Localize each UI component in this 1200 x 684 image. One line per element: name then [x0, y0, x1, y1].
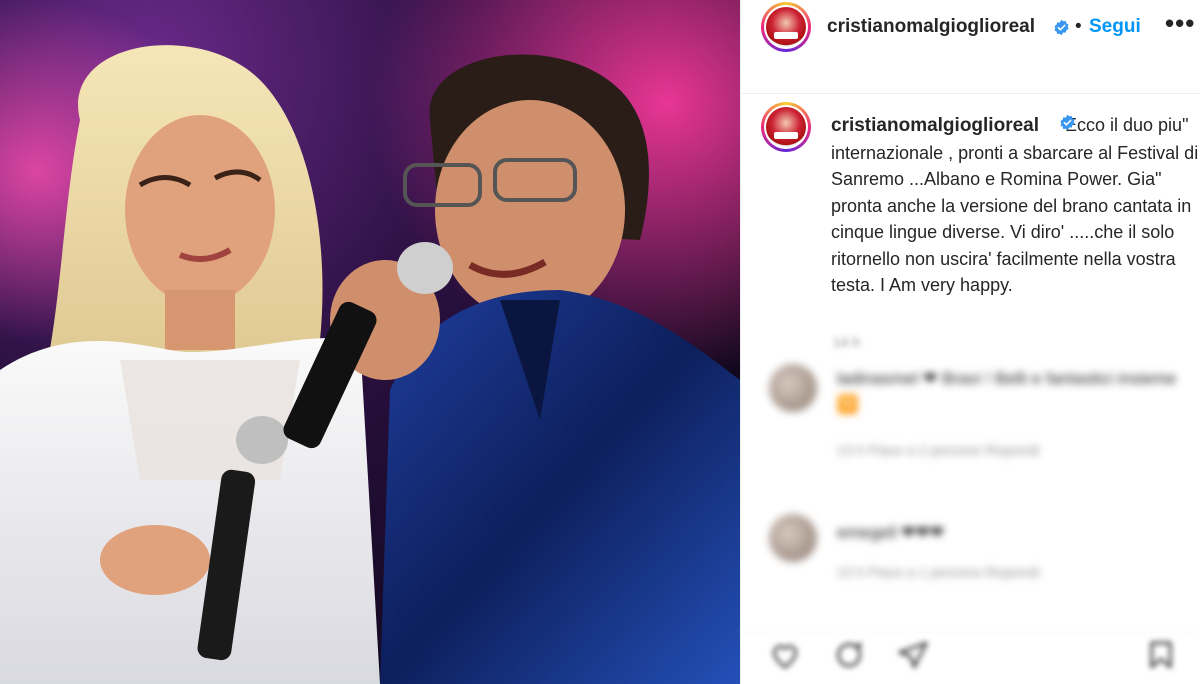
more-options-icon[interactable]: •••	[1165, 8, 1195, 39]
author-username[interactable]: cristianomalgioglioreal	[827, 16, 1035, 38]
save-icon[interactable]	[1145, 639, 1177, 671]
verified-icon	[1060, 114, 1075, 131]
caption-text: Ecco il duo piu" internazionale , pronti…	[831, 115, 1199, 295]
heart-icon[interactable]	[769, 639, 801, 671]
caption-time: 14 h	[833, 334, 861, 350]
separator-dot: •	[1075, 16, 1082, 37]
action-bar	[741, 630, 1200, 684]
comment-meta[interactable]: 13 h Piace a 2 persone Rispondi	[837, 442, 1039, 458]
comment-item: ladinasmel ❤ Bravi ! Belli e fantastici …	[741, 362, 1200, 482]
caption-author-avatar[interactable]	[761, 102, 811, 152]
comment-avatar[interactable]	[769, 364, 817, 412]
comment-text: emegell ❤❤❤	[837, 523, 944, 542]
author-avatar[interactable]	[761, 2, 811, 52]
follow-button[interactable]: Segui	[1089, 16, 1141, 38]
post-sidebar: cristianomalgioglioreal • Segui ••• cris…	[740, 0, 1200, 684]
comment-item: emegell ❤❤❤ 13 h Piace a 1 persona Rispo…	[741, 512, 1200, 592]
post-photo[interactable]	[0, 0, 740, 684]
comment-icon[interactable]	[833, 639, 865, 671]
verified-icon	[1054, 19, 1069, 36]
comment-meta[interactable]: 13 h Piace a 1 persona Rispondi	[837, 564, 1039, 580]
post-image	[0, 0, 740, 684]
share-icon[interactable]	[897, 639, 929, 671]
post-header: cristianomalgioglioreal • Segui •••	[741, 0, 1200, 94]
comment-avatar[interactable]	[769, 514, 817, 562]
comment-text: ladinasmel ❤ Bravi ! Belli e fantastici …	[837, 369, 1177, 414]
post-caption: cristianomalgioglioreal Ecco il duo piu" …	[831, 112, 1200, 299]
caption-username[interactable]: cristianomalgioglioreal	[831, 115, 1039, 136]
